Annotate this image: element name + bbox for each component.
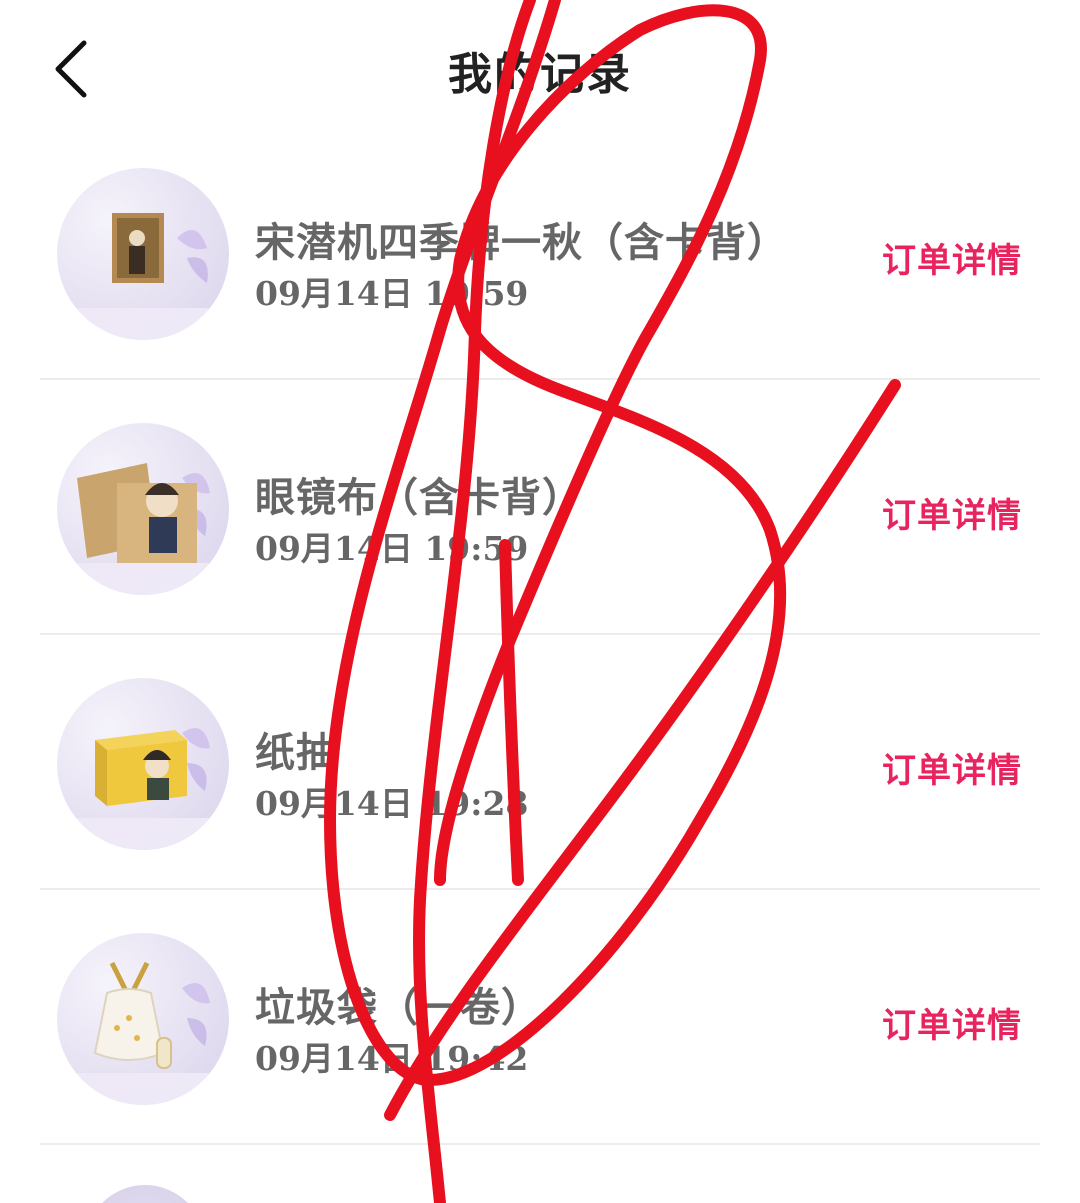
- item-name: 垃圾袋（一卷）: [255, 984, 542, 1031]
- item-time: 09月14日 19:28: [255, 784, 529, 823]
- cloth-product-icon: [57, 423, 229, 595]
- order-detail-link[interactable]: 订单详情: [882, 998, 1022, 1047]
- card-product-icon: [57, 168, 229, 340]
- item-time: 09月14日 19:42: [255, 1039, 529, 1078]
- header: 我的记录: [0, 0, 1080, 140]
- my-records-page: 我的记录 宋潜机四季牌一秋（含卡背） 09月14日 19:59 订单详情 眼镜布…: [0, 0, 1080, 1203]
- item-name: 宋潜机四季牌一秋（含卡背）: [255, 219, 788, 266]
- item-name: 眼镜布（含卡背）: [255, 474, 583, 521]
- item-time: 09月14日 19:59: [255, 529, 529, 568]
- item-name: 纸抽: [255, 729, 337, 776]
- list-item[interactable]: 垃圾袋（一卷） 09月14日 19:42 订单详情: [0, 890, 1080, 1145]
- record-list: 宋潜机四季牌一秋（含卡背） 09月14日 19:59 订单详情 眼镜布（含卡背）…: [0, 125, 1080, 1145]
- list-item[interactable]: 纸抽 09月14日 19:28 订单详情: [0, 635, 1080, 890]
- tissue-box-icon: [57, 678, 229, 850]
- list-item[interactable]: 眼镜布（含卡背） 09月14日 19:59 订单详情: [0, 380, 1080, 635]
- page-title: 我的记录: [448, 49, 632, 100]
- trash-bag-icon: [57, 933, 229, 1105]
- list-item[interactable]: 宋潜机四季牌一秋（含卡背） 09月14日 19:59 订单详情: [0, 125, 1080, 380]
- list-item[interactable]: [0, 1145, 1080, 1203]
- order-detail-link[interactable]: 订单详情: [882, 743, 1022, 792]
- product-thumbnail: [85, 1185, 205, 1203]
- item-time: 09月14日 19:59: [255, 274, 529, 313]
- order-detail-link[interactable]: 订单详情: [882, 488, 1022, 537]
- order-detail-link[interactable]: 订单详情: [882, 233, 1022, 282]
